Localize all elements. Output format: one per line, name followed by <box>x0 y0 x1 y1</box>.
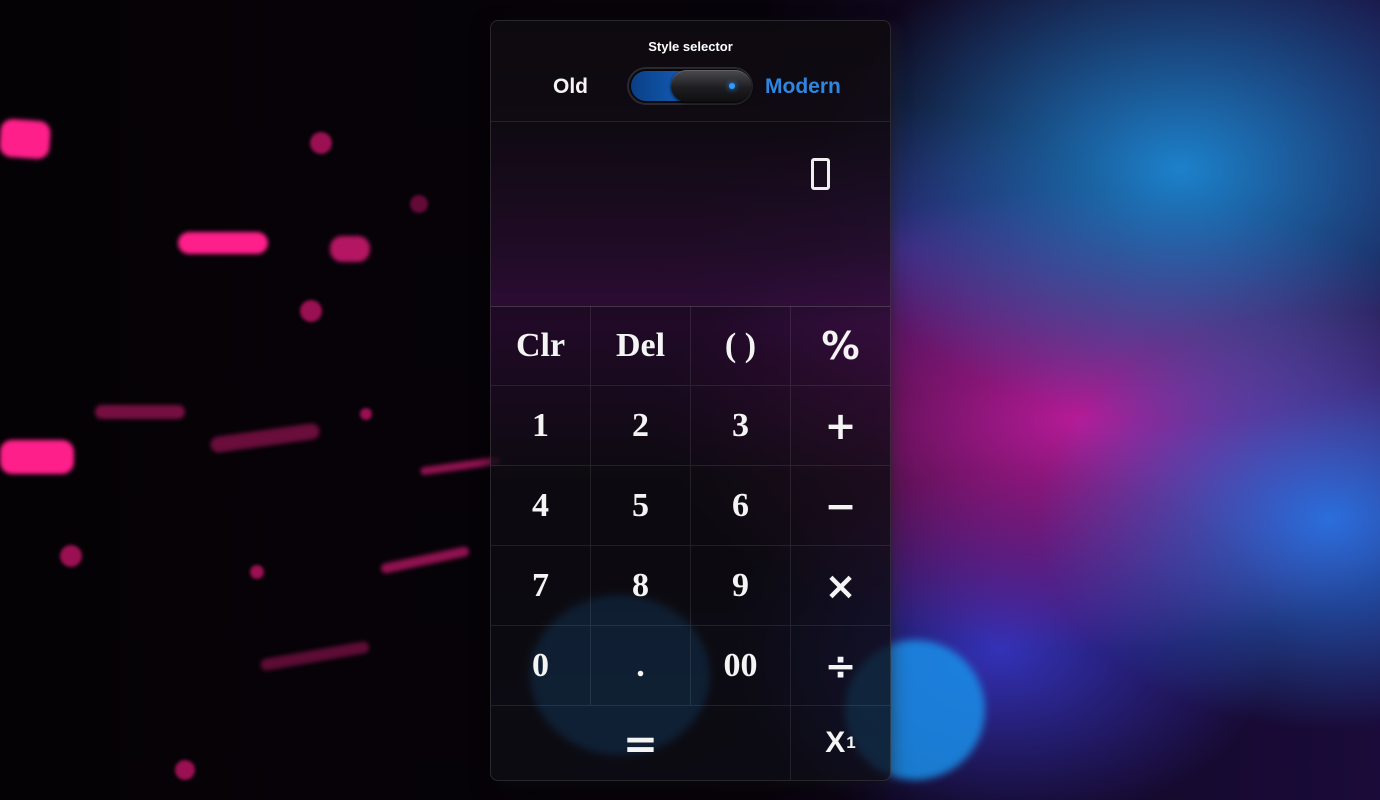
bg-streak <box>178 232 268 254</box>
bg-dot <box>360 408 372 420</box>
keypad: Clr Del ( ) % 1 2 3 + 4 5 6 − 7 8 9 × 0 … <box>491 306 890 780</box>
toggle-indicator-light <box>729 83 735 89</box>
digit-2-button[interactable]: 2 <box>591 386 691 466</box>
bg-streak <box>330 236 370 262</box>
decimal-button[interactable]: . <box>591 626 691 706</box>
subtract-button[interactable]: − <box>791 466 890 546</box>
power-button[interactable]: X1 <box>791 706 890 780</box>
bg-streak <box>419 456 501 476</box>
digit-7-button[interactable]: 7 <box>491 546 591 626</box>
digit-4-button[interactable]: 4 <box>491 466 591 546</box>
bg-dot <box>300 300 322 322</box>
power-exponent-label: 1 <box>846 733 856 752</box>
digit-8-button[interactable]: 8 <box>591 546 691 626</box>
clear-button[interactable]: Clr <box>491 306 591 386</box>
style-option-modern[interactable]: Modern <box>765 75 841 99</box>
bg-dot <box>175 760 195 780</box>
divide-button[interactable]: ÷ <box>791 626 890 706</box>
digit-1-button[interactable]: 1 <box>491 386 591 466</box>
double-zero-button[interactable]: 00 <box>691 626 791 706</box>
calculator-display: 0 <box>491 121 890 307</box>
bg-streak <box>209 422 321 454</box>
style-selector-title: Style selector <box>648 39 733 54</box>
bg-streak <box>259 640 371 672</box>
bg-dot <box>410 195 428 213</box>
style-option-old[interactable]: Old <box>553 75 588 99</box>
add-button[interactable]: + <box>791 386 890 466</box>
bg-streak <box>0 440 74 474</box>
digit-3-button[interactable]: 3 <box>691 386 791 466</box>
digit-0-button[interactable]: 0 <box>491 626 591 706</box>
bg-dot <box>310 132 332 154</box>
delete-button[interactable]: Del <box>591 306 691 386</box>
power-base-label: X <box>825 726 846 759</box>
bg-dot <box>60 545 82 567</box>
digit-5-button[interactable]: 5 <box>591 466 691 546</box>
digit-9-button[interactable]: 9 <box>691 546 791 626</box>
percent-button[interactable]: % <box>791 306 890 386</box>
bg-streak <box>95 405 185 419</box>
calculator: Style selector Old Modern 0 Clr Del ( ) … <box>490 20 891 781</box>
parentheses-button[interactable]: ( ) <box>691 306 791 386</box>
multiply-button[interactable]: × <box>791 546 890 626</box>
style-toggle-switch[interactable] <box>627 67 753 105</box>
display-value: 0 <box>811 158 830 190</box>
bg-streak <box>0 118 52 160</box>
equals-button[interactable]: = <box>491 706 791 780</box>
bg-streak <box>379 545 471 575</box>
bg-dot <box>250 565 264 579</box>
digit-6-button[interactable]: 6 <box>691 466 791 546</box>
toggle-knob[interactable] <box>671 70 751 102</box>
